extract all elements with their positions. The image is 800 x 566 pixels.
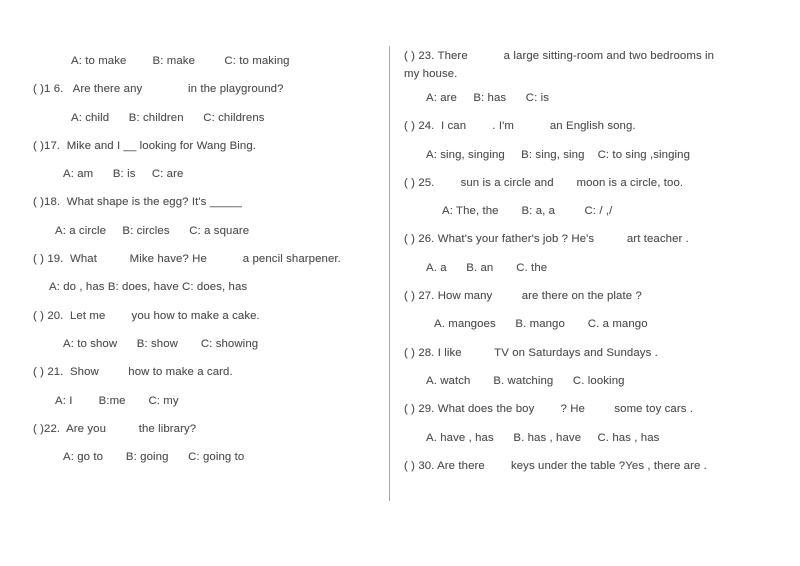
question-item-28: ( ) 28. I like TV on Saturdays and Sunda…: [404, 339, 776, 396]
question-stem: ( ) 20. Let me you how to make a cake.: [33, 309, 260, 322]
question-stem: ( ) 29. What does the boy ? He some toy …: [404, 403, 694, 416]
question-item-20: ( ) 20. Let me you how to make a cake. A…: [33, 302, 378, 359]
question-item-26: ( ) 26. What's your father's job ? He's …: [404, 225, 776, 282]
question-item-21: ( ) 21. Show how to make a card. A: I B:…: [33, 358, 378, 415]
right-question-column: ( ) 23. There a large sitting-room and t…: [404, 47, 776, 480]
question-item-17: ( )17. Mike and I __ looking for Wang Bi…: [33, 132, 378, 189]
question-stem: ( )18. What shape is the egg? It's _____: [33, 196, 242, 209]
question-item-19: ( ) 19. What Mike have? He a pencil shar…: [33, 245, 378, 302]
question-item-25: ( ) 25. sun is a circle and moon is a ci…: [404, 169, 776, 226]
question-item-29: ( ) 29. What does the boy ? He some toy …: [404, 395, 776, 452]
question-stem: ( ) 24. I can . I'm an English song.: [404, 120, 636, 133]
question-options: A: to show B: show C: showing: [63, 337, 259, 350]
question-options: A. mangoes B. mango C. a mango: [434, 318, 648, 331]
question-item-22: ( )22. Are you the library? A: go to B: …: [33, 415, 378, 472]
question-stem: ( ) 26. What's your father's job ? He's …: [404, 233, 689, 246]
question-stem: ( )17. Mike and I __ looking for Wang Bi…: [33, 139, 257, 152]
question-options: A: The, the B: a, a C: / ,/: [442, 205, 613, 218]
question-stem: ( ) 19. What Mike have? He a pencil shar…: [33, 253, 341, 266]
question-stem: ( ) 21. Show how to make a card.: [33, 366, 233, 379]
question-options: A: am B: is C: are: [63, 168, 184, 181]
question-stem: ( ) 23. There a large sitting-room and t…: [404, 50, 715, 62]
column-divider-line: [389, 46, 390, 501]
question-options: A: are B: has C: is: [426, 92, 550, 104]
worksheet-page: A: to make B: make C: to making ( )1 6. …: [0, 0, 800, 566]
question-item-23: ( ) 23. There a large sitting-room and t…: [404, 47, 776, 112]
question-options: A: I B:me C: my: [55, 394, 179, 407]
question-options: A. have , has B. has , have C. has , has: [426, 431, 660, 444]
question-item-16: ( )1 6. Are there any in the playground?…: [33, 75, 378, 132]
question-stem: ( )22. Are you the library?: [33, 422, 197, 435]
question-stem: ( ) 25. sun is a circle and moon is a ci…: [404, 176, 684, 189]
lead-options-line: A: to make B: make C: to making: [71, 55, 290, 67]
question-options: A: go to B: going C: going to: [63, 451, 245, 464]
question-stem: ( ) 27. How many are there on the plate …: [404, 290, 642, 303]
question-stem-continuation: my house.: [404, 68, 458, 80]
question-options: A: sing, singing B: sing, sing C: to sin…: [426, 148, 691, 161]
question-options: A: do , has B: does, have C: does, has: [49, 281, 248, 294]
question-options: A. a B. an C. the: [426, 261, 548, 274]
left-question-column: A: to make B: make C: to making ( )1 6. …: [33, 47, 378, 471]
question-item-18: ( )18. What shape is the egg? It's _____…: [33, 188, 378, 245]
question-options: A: a circle B: circles C: a square: [55, 224, 250, 237]
question-stem: ( ) 30. Are there keys under the table ?…: [404, 459, 707, 472]
question-item-24: ( ) 24. I can . I'm an English song. A: …: [404, 112, 776, 169]
question-item-30: ( ) 30. Are there keys under the table ?…: [404, 452, 776, 480]
question-stem: ( ) 28. I like TV on Saturdays and Sunda…: [404, 346, 658, 359]
question-item-27: ( ) 27. How many are there on the plate …: [404, 282, 776, 339]
question-options: A: child B: children C: childrens: [71, 111, 265, 124]
question-options: A. watch B. watching C. looking: [426, 374, 625, 387]
question-stem: ( )1 6. Are there any in the playground?: [33, 83, 284, 96]
